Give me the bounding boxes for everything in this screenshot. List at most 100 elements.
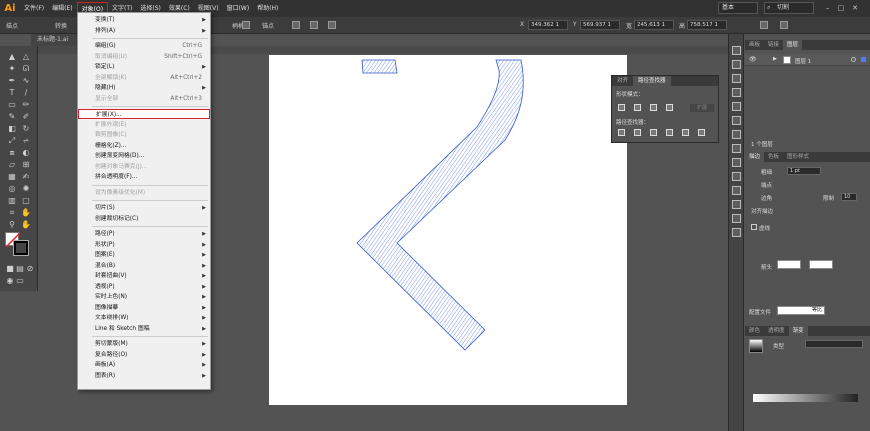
- eraser-icon[interactable]: ◧: [6, 124, 18, 134]
- minus-front-icon[interactable]: [634, 104, 641, 111]
- tab-align[interactable]: 对齐: [612, 76, 633, 86]
- unite-icon[interactable]: [618, 104, 625, 111]
- menu-item-20[interactable]: 图案(E) ▶: [78, 250, 210, 260]
- menu-item-12[interactable]: 创建渐变网格(D)...: [78, 151, 210, 161]
- transform-icon[interactable]: [760, 21, 768, 29]
- menu-item-17[interactable]: 创建裁切标记(C): [78, 214, 210, 224]
- menu-item-2[interactable]: 编组(G) Ctrl+G: [78, 41, 210, 51]
- arrow-end-select[interactable]: [809, 260, 833, 269]
- transparency-icon[interactable]: [732, 214, 741, 223]
- menu-item-31[interactable]: 图表(R) ▶: [78, 371, 210, 381]
- menu-8[interactable]: 帮助(H): [253, 2, 282, 15]
- menu-item-26[interactable]: 文本绕排(W) ▶: [78, 313, 210, 323]
- tab-swatches[interactable]: 色板: [764, 152, 783, 162]
- cut-path-icon[interactable]: [310, 21, 318, 29]
- properties-icon[interactable]: [732, 46, 741, 55]
- menu-item-11[interactable]: 栅格化(Z)...: [78, 141, 210, 151]
- expand-layer-icon[interactable]: ▶: [773, 56, 777, 62]
- menu-item-24[interactable]: 实时上色(N) ▶: [78, 292, 210, 302]
- color-icon[interactable]: [732, 88, 741, 97]
- tab-artboards[interactable]: 画板: [745, 40, 764, 50]
- menu-item-15[interactable]: 设为像素级优化(M): [78, 188, 210, 198]
- menu-item-28[interactable]: 剪切蒙版(M) ▶: [78, 339, 210, 349]
- swatches-icon[interactable]: [732, 116, 741, 125]
- menu-item-1[interactable]: 排列(A) ▶: [78, 26, 210, 36]
- h-field[interactable]: 758.517 1: [687, 20, 727, 30]
- divide-icon[interactable]: [618, 129, 625, 136]
- type-icon[interactable]: T: [6, 88, 18, 98]
- graph-icon[interactable]: ▥: [6, 196, 18, 206]
- menu-item-0[interactable]: 变换(T) ▶: [78, 15, 210, 25]
- menu-item-29[interactable]: 复合路径(O) ▶: [78, 350, 210, 360]
- symbol-sprayer-icon[interactable]: ✺: [20, 184, 32, 194]
- minimize-icon[interactable]: –: [826, 4, 838, 12]
- direct-selection-icon[interactable]: △: [20, 52, 32, 62]
- eyedropper-icon[interactable]: ✍: [20, 172, 32, 182]
- gradient-slider[interactable]: [753, 394, 858, 402]
- menu-7[interactable]: 窗口(W): [223, 2, 254, 15]
- maximize-icon[interactable]: □: [838, 4, 853, 12]
- slice-icon[interactable]: ⌗: [6, 208, 18, 218]
- paintbrush-icon[interactable]: ✏: [20, 100, 32, 110]
- tab-transparency[interactable]: 透明度: [764, 326, 789, 336]
- layer-target-icon[interactable]: [851, 57, 856, 62]
- limit-field[interactable]: 10: [841, 193, 857, 201]
- menu-0[interactable]: 文件(F): [20, 2, 48, 15]
- menu-item-30[interactable]: 画板(A) ▶: [78, 360, 210, 370]
- line-icon[interactable]: /: [20, 88, 32, 98]
- appearance-icon[interactable]: [732, 172, 741, 181]
- profile-select[interactable]: 等比: [777, 306, 825, 315]
- stroke-color-swatch[interactable]: [13, 240, 29, 256]
- libraries-icon[interactable]: [732, 74, 741, 83]
- menu-item-3[interactable]: 取消编组(U) Shift+Ctrl+G: [78, 52, 210, 62]
- layers-icon[interactable]: [732, 60, 741, 69]
- graphic-styles-icon[interactable]: [732, 158, 741, 167]
- zoom-icon[interactable]: ⚲: [6, 220, 18, 230]
- menu-item-10[interactable]: 裁剪图像(C): [78, 130, 210, 140]
- expanded-path-artwork[interactable]: [269, 55, 627, 405]
- tab-links[interactable]: 链接: [764, 40, 783, 50]
- weight-field[interactable]: 1 pt: [787, 167, 821, 175]
- menu-item-19[interactable]: 形状(P) ▶: [78, 240, 210, 250]
- crop-icon[interactable]: [666, 129, 673, 136]
- align-icon[interactable]: [732, 228, 741, 237]
- menu-item-27[interactable]: Line 和 Sketch 图稿 ▶: [78, 324, 210, 334]
- outline-icon[interactable]: [682, 129, 689, 136]
- intersect-icon[interactable]: [650, 104, 657, 111]
- isolate-icon[interactable]: [328, 21, 336, 29]
- workspace-switcher[interactable]: 基本: [718, 2, 758, 14]
- tab-pathfinder[interactable]: 路径查找器: [633, 76, 671, 86]
- exclude-icon[interactable]: [666, 104, 673, 111]
- menu-item-25[interactable]: 图像描摹 ▶: [78, 303, 210, 313]
- x-field[interactable]: 349.362 1: [528, 20, 568, 30]
- brushes-icon[interactable]: [732, 130, 741, 139]
- menu-item-23[interactable]: 透视(P) ▶: [78, 282, 210, 292]
- trim-icon[interactable]: [634, 129, 641, 136]
- arrow-start-select[interactable]: [777, 260, 801, 269]
- tab-color[interactable]: 颜色: [745, 326, 764, 336]
- close-icon[interactable]: ✕: [852, 4, 866, 12]
- menu-item-9[interactable]: 扩展外观(E): [78, 120, 210, 130]
- perspective-icon[interactable]: ▱: [6, 160, 18, 170]
- tab-stroke[interactable]: 描边: [745, 152, 765, 162]
- curvature-icon[interactable]: ∿: [20, 76, 32, 86]
- gradient-thumbnail[interactable]: [749, 339, 763, 353]
- symbols-icon[interactable]: [732, 144, 741, 153]
- search-field[interactable]: ⌕ 切割: [764, 2, 814, 14]
- anchor-icon[interactable]: [292, 21, 300, 29]
- menu-item-6[interactable]: 隐藏(H) ▶: [78, 83, 210, 93]
- magic-wand-icon[interactable]: ✦: [6, 64, 18, 74]
- align-icon[interactable]: [780, 21, 788, 29]
- gradient-type-select[interactable]: [805, 340, 863, 348]
- lasso-icon[interactable]: ᘏ: [20, 64, 32, 74]
- menu-item-8[interactable]: 扩展(X)...: [78, 109, 210, 119]
- rectangle-icon[interactable]: ▭: [6, 100, 18, 110]
- layer-row[interactable]: 👁 ▶ 图层 1: [745, 54, 870, 66]
- pencil-icon[interactable]: ✐: [20, 112, 32, 122]
- handle-icon[interactable]: [242, 21, 250, 29]
- menu-item-21[interactable]: 混合(B) ▶: [78, 261, 210, 271]
- hand-alt-icon[interactable]: ✋: [20, 220, 32, 230]
- tab-layers[interactable]: 图层: [783, 40, 803, 50]
- mesh-icon[interactable]: ⊞: [20, 160, 32, 170]
- rotate-icon[interactable]: ↻: [20, 124, 32, 134]
